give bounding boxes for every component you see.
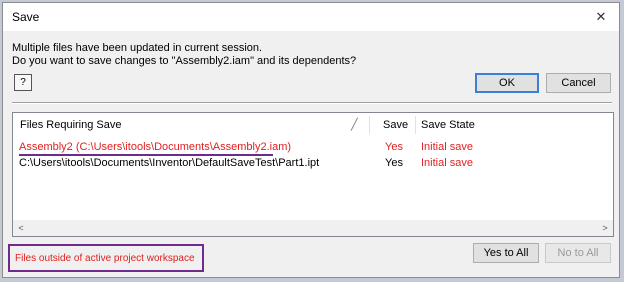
cancel-button[interactable]: Cancel [546,73,611,93]
no-to-all-button[interactable]: No to All [545,243,611,263]
message-line-2: Do you want to save changes to "Assembly… [12,55,357,67]
yes-to-all-button[interactable]: Yes to All [473,243,539,263]
column-divider [369,116,370,134]
scroll-right-icon[interactable]: > [597,220,613,236]
title-bar: Save ✕ [3,3,619,31]
column-header-save-state[interactable]: Save State [421,113,475,137]
row-save-value: Yes [385,157,403,169]
column-divider [415,116,416,134]
column-resize-icon: ╱ [351,119,358,131]
horizontal-scrollbar[interactable]: < > [13,220,613,236]
row-save-value: Yes [385,141,403,153]
row-file-path: C:\Users\itools\Documents\Inventor\Defau… [19,157,320,169]
row-save-state: Initial save [421,157,473,169]
files-list: Files Requiring Save ╱ Save Save State A… [12,112,614,237]
row-save-state: Initial save [421,141,473,153]
separator [12,102,612,104]
message-line-1: Multiple files have been updated in curr… [12,42,263,54]
dialog-title: Save [12,10,40,24]
scroll-left-icon[interactable]: < [13,220,29,236]
close-icon[interactable]: ✕ [587,5,615,29]
help-icon[interactable]: ? [14,74,32,91]
save-dialog: Save ✕ Multiple files have been updated … [2,2,620,278]
ok-button[interactable]: OK [475,73,539,93]
footnote-text: Files outside of active project workspac… [15,253,195,264]
footnote-annotation-box: Files outside of active project workspac… [8,244,204,272]
column-header-files[interactable]: Files Requiring Save [20,113,122,137]
row-file-path: Assembly2 (C:\Users\itools\Documents\Ass… [19,141,292,153]
column-header-save[interactable]: Save [383,113,408,137]
